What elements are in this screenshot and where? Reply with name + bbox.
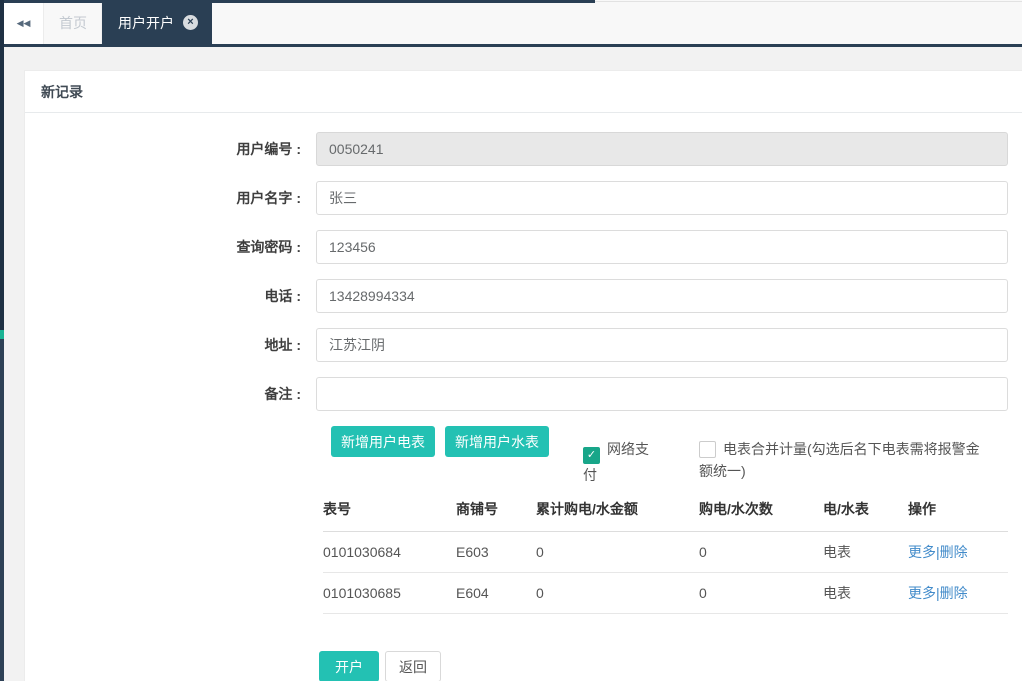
more-link[interactable]: 更多 (908, 585, 936, 601)
delete-link[interactable]: 删除 (940, 544, 968, 560)
col-operation: 操作 (908, 490, 1008, 532)
remark-input[interactable] (316, 377, 1008, 411)
meter-table-body: 0101030684 E603 0 0 电表 更多|删除 0101030685 … (323, 531, 1008, 614)
meter-table-head: 表号 商铺号 累计购电/水金额 购电/水次数 电/水表 操作 (323, 490, 1008, 532)
cell-meter-type: 电表 (823, 531, 908, 573)
phone-input[interactable] (316, 279, 1008, 313)
col-shop-no: 商铺号 (456, 490, 536, 532)
col-meter-no: 表号 (323, 490, 456, 532)
merge-metering-checkbox-group[interactable]: 电表合并计量(勾选后名下电表需将报警金额统一) (699, 438, 991, 482)
new-record-panel: 新记录 用户编号 : 用户名字 : 查询密码 : 电话 : 地址 : 备注 : (24, 70, 1022, 681)
query-password-input[interactable] (316, 230, 1008, 264)
cell-total-amount: 0 (536, 572, 699, 614)
tab-bar-bottom-border (0, 44, 1022, 47)
col-purchase-times: 购电/水次数 (699, 490, 823, 532)
address-input[interactable] (316, 328, 1008, 362)
add-water-meter-button[interactable]: 新增用户水表 (445, 426, 549, 457)
meter-table-header-row: 表号 商铺号 累计购电/水金额 购电/水次数 电/水表 操作 (323, 490, 1008, 532)
check-icon: ✓ (586, 449, 597, 461)
form-row-user-name: 用户名字 : (25, 181, 1022, 215)
cell-purchase-times: 0 (699, 572, 823, 614)
tab-home[interactable]: 首页 (45, 3, 102, 44)
address-label: 地址 : (264, 337, 301, 353)
tab-user-open-account[interactable]: 用户开户 × (102, 0, 212, 47)
header-top-border (595, 1, 1022, 2)
tabs-container: 首页 用户开户 × (45, 0, 212, 47)
tab-bar: ◀◀ 首页 用户开户 × (0, 0, 1022, 47)
back-button[interactable]: 返回 (385, 651, 441, 681)
table-row: 0101030684 E603 0 0 电表 更多|删除 (323, 531, 1008, 573)
cell-purchase-times: 0 (699, 531, 823, 573)
user-id-label: 用户编号 : (236, 141, 301, 157)
sidebar-lower-strip (0, 339, 4, 681)
form-row-address: 地址 : (25, 328, 1022, 362)
form-row-phone: 电话 : (25, 279, 1022, 313)
table-row: 0101030685 E604 0 0 电表 更多|删除 (323, 572, 1008, 614)
merge-metering-label: 电表合并计量(勾选后名下电表需将报警金额统一) (699, 441, 980, 479)
meter-table: 表号 商铺号 累计购电/水金额 购电/水次数 电/水表 操作 010103068… (323, 490, 1008, 614)
col-meter-type: 电/水表 (823, 490, 908, 532)
cell-shop-no: E604 (456, 572, 536, 614)
user-id-input (316, 132, 1008, 166)
cell-total-amount: 0 (536, 531, 699, 573)
cell-shop-no: E603 (456, 531, 536, 573)
more-link[interactable]: 更多 (908, 544, 936, 560)
user-name-label: 用户名字 : (236, 190, 301, 206)
phone-label: 电话 : (264, 288, 301, 304)
sidebar-active-indicator (0, 330, 4, 339)
network-payment-checkbox-group[interactable]: ✓ 网络支付 (583, 438, 651, 486)
tab-label: 用户开户 (118, 14, 174, 31)
sidebar-upper-strip (0, 0, 4, 330)
open-account-button[interactable]: 开户 (319, 651, 379, 681)
close-tab-icon[interactable]: × (183, 15, 198, 30)
form-row-query-password: 查询密码 : (25, 230, 1022, 264)
user-name-input[interactable] (316, 181, 1008, 215)
cell-meter-no: 0101030684 (323, 531, 456, 573)
account-form: 用户编号 : 用户名字 : 查询密码 : 电话 : 地址 : 备注 : 新增用户… (25, 113, 1022, 681)
network-payment-checkbox[interactable]: ✓ (583, 447, 600, 464)
collapsed-sidebar (0, 0, 4, 681)
meter-actions-row: 新增用户电表 新增用户水表 ✓ 网络支付 电表合并计量(勾选后名下电表需将报警金额… (331, 426, 1022, 486)
double-left-chevron-icon: ◀◀ (16, 18, 31, 28)
add-electric-meter-button[interactable]: 新增用户电表 (331, 426, 435, 457)
panel-title: 新记录 (25, 71, 1022, 113)
cell-meter-no: 0101030685 (323, 572, 456, 614)
merge-metering-checkbox[interactable] (699, 441, 716, 458)
delete-link[interactable]: 删除 (940, 585, 968, 601)
cell-operation: 更多|删除 (908, 531, 1008, 573)
collapse-tabs-button[interactable]: ◀◀ (4, 3, 44, 44)
col-total-amount: 累计购电/水金额 (536, 490, 699, 532)
query-password-label: 查询密码 : (236, 239, 301, 255)
submit-row: 开户 返回 (319, 651, 1022, 681)
form-row-remark: 备注 : (25, 377, 1022, 411)
cell-operation: 更多|删除 (908, 572, 1008, 614)
form-row-user-id: 用户编号 : (25, 132, 1022, 166)
remark-label: 备注 : (264, 386, 301, 402)
header-top-strip (0, 0, 595, 3)
cell-meter-type: 电表 (823, 572, 908, 614)
